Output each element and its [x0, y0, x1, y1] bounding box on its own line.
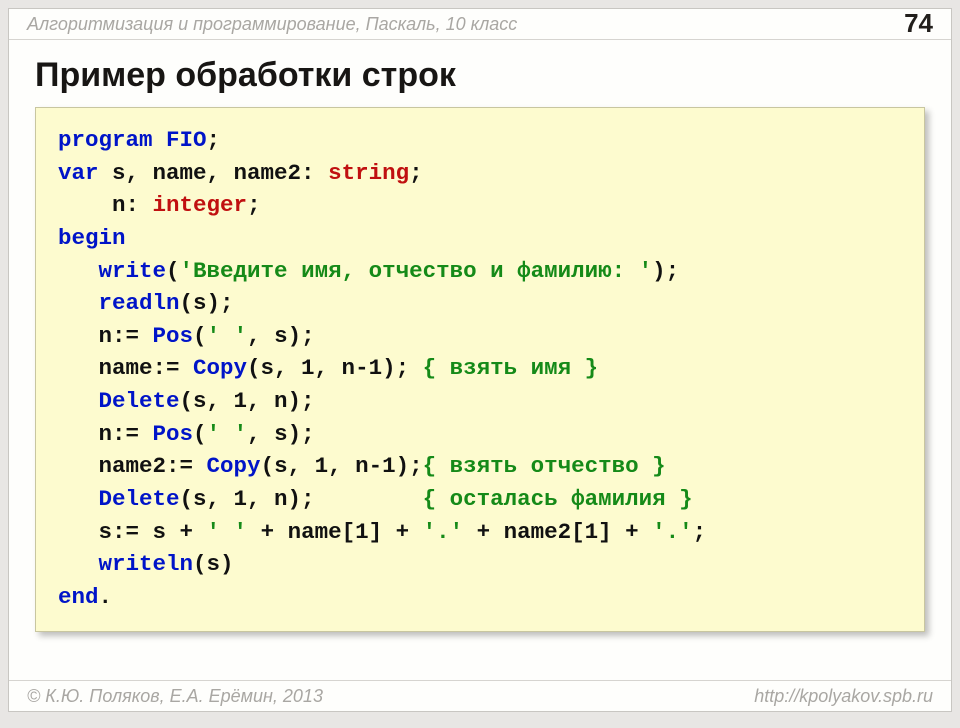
code-line: name2:= Copy(s, 1, n-1);{ взять отчество…: [58, 453, 666, 479]
slide: Алгоритмизация и программирование, Паска…: [8, 8, 952, 712]
code-line: program FIO;: [58, 127, 220, 153]
code-line: Delete(s, 1, n); { осталась фамилия }: [58, 486, 693, 512]
slide-title: Пример обработки строк: [9, 40, 951, 107]
code-line: n:= Pos(' ', s);: [58, 421, 315, 447]
code-line: begin: [58, 225, 126, 251]
copyright: © К.Ю. Поляков, Е.А. Ерёмин, 2013: [27, 686, 323, 707]
code-line: readln(s);: [58, 290, 234, 316]
subject-line: Алгоритмизация и программирование, Паска…: [27, 14, 517, 35]
code-line: n: integer;: [58, 192, 261, 218]
slide-header: Алгоритмизация и программирование, Паска…: [9, 9, 951, 40]
code-block: program FIO; var s, name, name2: string;…: [35, 107, 925, 632]
slide-footer: © К.Ю. Поляков, Е.А. Ерёмин, 2013 http:/…: [9, 680, 951, 711]
footer-url: http://kpolyakov.spb.ru: [754, 686, 933, 707]
code-line: end.: [58, 584, 112, 610]
page-number: 74: [904, 8, 933, 39]
code-line: writeln(s): [58, 551, 234, 577]
code-line: name:= Copy(s, 1, n-1); { взять имя }: [58, 355, 598, 381]
code-line: n:= Pos(' ', s);: [58, 323, 315, 349]
code-line: write('Введите имя, отчество и фамилию: …: [58, 258, 679, 284]
code-line: var s, name, name2: string;: [58, 160, 423, 186]
code-line: s:= s + ' ' + name[1] + '.' + name2[1] +…: [58, 519, 706, 545]
code-line: Delete(s, 1, n);: [58, 388, 315, 414]
